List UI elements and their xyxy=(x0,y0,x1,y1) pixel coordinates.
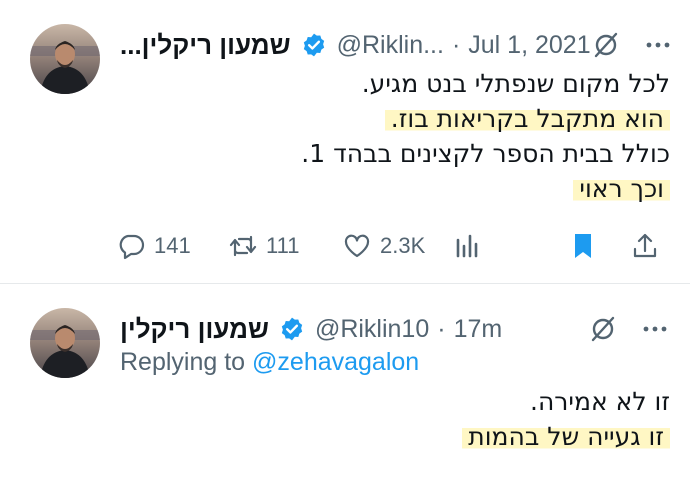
tweet-text-line: לכל מקום שנפתלי בנט מגיע. xyxy=(361,69,670,98)
tweet-header: ...שמעון ריקלין @Riklin... · Jul 1, 2021 xyxy=(120,28,670,62)
user-avatar[interactable] xyxy=(30,308,100,378)
highlighted-text-line: הוא מתקבל בקריאות בוז. xyxy=(384,104,670,133)
author-handle[interactable]: @Riklin... xyxy=(337,31,444,60)
heart-icon xyxy=(344,234,370,258)
verified-badge-icon xyxy=(279,316,305,342)
more-options-icon[interactable] xyxy=(640,314,670,344)
retweet-button[interactable]: 111 xyxy=(228,231,342,261)
tweet-actions: 141 111 2.3K xyxy=(116,226,660,266)
share-button[interactable] xyxy=(630,231,660,261)
reply-count: 141 xyxy=(154,233,191,258)
author-handle[interactable]: @Riklin10 xyxy=(315,315,429,344)
separator-dot: · xyxy=(451,30,461,59)
tweet-text: זו לא אמירה. זו געייה של בהמות xyxy=(120,384,670,454)
like-count: 2.3K xyxy=(380,233,426,258)
retweet-icon xyxy=(229,235,257,257)
author-name[interactable]: ...שמעון ריקלין xyxy=(120,30,291,61)
tweet-timestamp[interactable]: 17m xyxy=(454,315,503,344)
bookmark-icon xyxy=(575,234,591,258)
tweet-text: לכל מקום שנפתלי בנט מגיע. הוא מתקבל בקרי… xyxy=(120,66,670,206)
grok-icon[interactable] xyxy=(591,30,621,60)
retweet-count: 111 xyxy=(266,233,300,258)
replying-to: Replying to @zehavagalon xyxy=(120,348,419,377)
replying-to-handle-link[interactable]: @zehavagalon xyxy=(252,348,419,376)
replying-to-label: Replying to xyxy=(120,348,246,376)
tweet-text-line: זו לא אמירה. xyxy=(530,387,670,416)
verified-badge-icon xyxy=(301,32,327,58)
share-icon xyxy=(633,233,657,258)
separator-dot: · xyxy=(437,314,446,343)
like-button[interactable]: 2.3K xyxy=(342,231,452,261)
tweet[interactable]: ...שמעון ריקלין @Riklin... · Jul 1, 2021… xyxy=(0,0,690,283)
highlighted-text-line: וכך ראוי xyxy=(573,174,670,203)
views-chart-icon xyxy=(456,234,478,258)
tweet-text-line: כולל בבית הספר לקצינים בבהד 1. xyxy=(301,139,670,168)
highlighted-text-line: זו געייה של בהמות xyxy=(462,422,670,451)
views-button[interactable] xyxy=(452,231,486,261)
more-options-icon[interactable] xyxy=(643,30,673,60)
tweet[interactable]: שמעון ריקלין @Riklin10 · 17m Replying to… xyxy=(0,284,690,477)
grok-icon[interactable] xyxy=(588,314,618,344)
tweet-timestamp[interactable]: Jul 1, 2021 xyxy=(468,31,590,60)
user-avatar[interactable] xyxy=(30,24,100,94)
tweet-header: שמעון ריקלין @Riklin10 · 17m xyxy=(120,312,670,346)
author-name[interactable]: שמעון ריקלין xyxy=(120,314,269,345)
reply-icon xyxy=(119,234,145,260)
bookmark-button[interactable] xyxy=(568,231,598,261)
reply-button[interactable]: 141 xyxy=(116,231,228,261)
